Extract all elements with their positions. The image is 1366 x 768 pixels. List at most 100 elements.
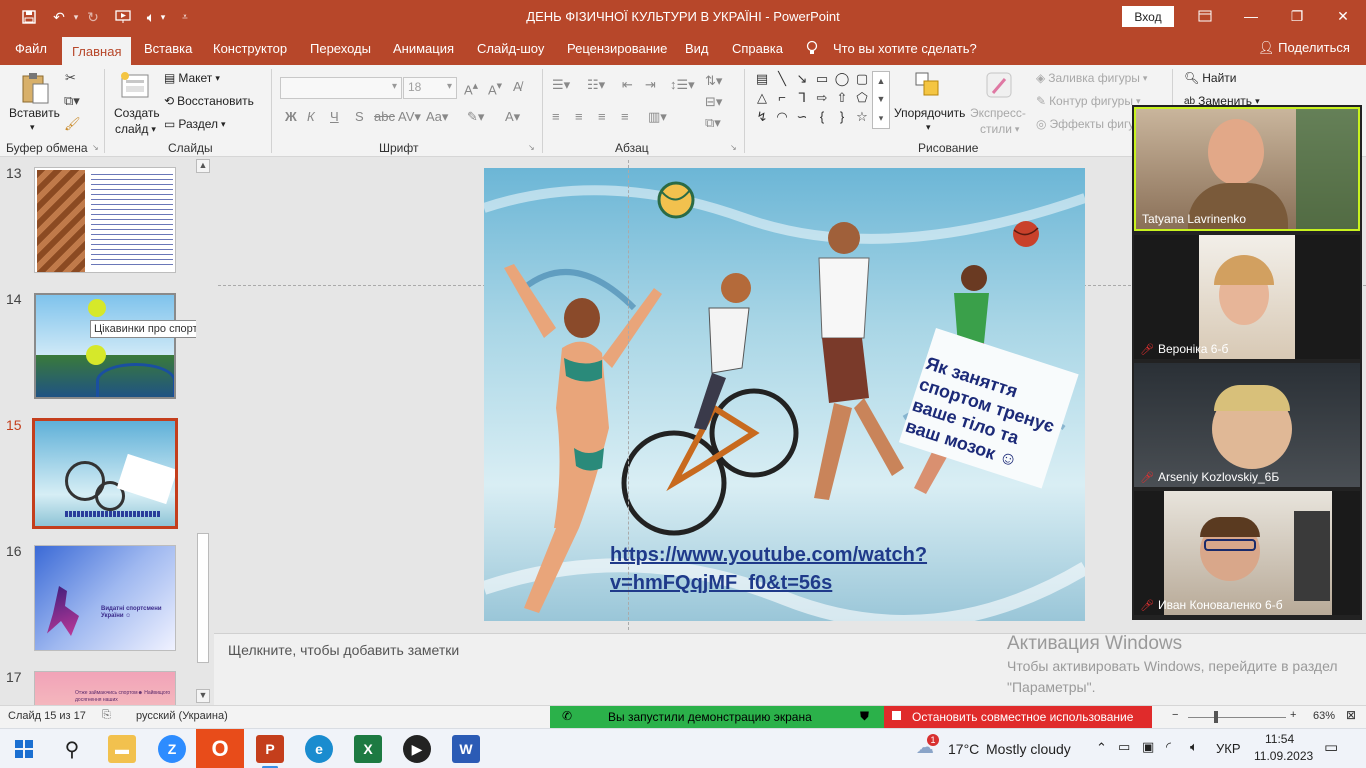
shape-effects-button[interactable]: ◎ Эффекты фигу — [1036, 117, 1134, 131]
edge-icon[interactable]: e — [305, 735, 333, 763]
participant-tile[interactable]: 🎤︎ Иван Коноваленко 6-б — [1134, 491, 1360, 615]
powerpoint-icon[interactable]: P — [256, 735, 284, 763]
minimize-icon[interactable]: — — [1228, 4, 1274, 28]
zoom-out-icon[interactable]: − — [1172, 709, 1178, 721]
scroll-up-icon[interactable]: ▲ — [196, 159, 210, 173]
tab-home[interactable]: Главная — [62, 37, 132, 65]
clock-time[interactable]: 11:54 — [1265, 732, 1294, 746]
search-icon[interactable]: ⚲ — [58, 735, 86, 763]
paste-button[interactable]: Вставить — [9, 106, 60, 120]
weather-desc[interactable]: Mostly cloudy — [986, 741, 1071, 757]
close-icon[interactable]: ✕ — [1320, 4, 1366, 28]
paste-icon[interactable] — [20, 71, 50, 108]
italic-icon[interactable]: К — [307, 109, 315, 124]
tab-animations[interactable]: Анимация — [393, 40, 454, 65]
slide-thumbnail-13[interactable] — [34, 167, 176, 273]
slide-thumbnail-14[interactable] — [34, 293, 176, 399]
tab-transitions[interactable]: Переходы — [310, 40, 371, 65]
zoom-tray-icon[interactable]: ▣ — [1142, 739, 1154, 755]
font-color-icon[interactable]: A▾ — [505, 109, 520, 125]
find-button[interactable]: 🔍︎ Найти — [1184, 71, 1236, 85]
participant-tile[interactable]: 🎤︎ Вероніка 6-б — [1134, 235, 1360, 359]
stop-share-button[interactable]: Остановить совместное использование — [884, 706, 1152, 728]
align-left-icon[interactable]: ≡ — [552, 109, 560, 124]
font-launcher-icon[interactable]: ↘ — [528, 143, 535, 152]
slide-thumbnail-15[interactable] — [32, 418, 178, 529]
notes-placeholder[interactable]: Щелкните, чтобы добавить заметки — [228, 642, 459, 658]
participant-tile[interactable]: 🎤︎ Arseniy Kozlovskiy_6Б — [1134, 363, 1360, 487]
opera-icon[interactable]: O — [206, 735, 234, 763]
copy-icon[interactable]: ⧉▾ — [64, 93, 80, 109]
weather-temp[interactable]: 17°C — [948, 741, 979, 757]
align-center-icon[interactable]: ≡ — [575, 109, 583, 124]
tab-design[interactable]: Конструктор — [213, 40, 287, 65]
scroll-down-icon[interactable]: ▼ — [196, 689, 210, 703]
media-player-icon[interactable]: ▶ — [403, 735, 431, 763]
slide-thumbnail-17[interactable]: Отже займаючись спортом☻ Найвищого досяг… — [34, 671, 176, 705]
share-button[interactable]: 👤︎ Поделиться — [1258, 40, 1350, 56]
fit-to-window-icon[interactable]: ⊠ — [1346, 708, 1356, 722]
new-slide-button[interactable]: Создать — [114, 106, 160, 120]
notifications-icon[interactable]: ▭ — [1324, 738, 1338, 756]
zoom-in-icon[interactable]: + — [1290, 709, 1296, 721]
restore-icon[interactable]: ❐ — [1274, 4, 1320, 28]
battery-icon[interactable]: ▭ — [1118, 739, 1130, 755]
tab-insert[interactable]: Вставка — [144, 40, 192, 65]
zoom-slider-thumb[interactable] — [1214, 711, 1218, 723]
paragraph-launcher-icon[interactable]: ↘ — [730, 143, 737, 152]
new-slide-icon[interactable] — [120, 71, 152, 104]
spellcheck-icon[interactable]: ⎘ — [102, 709, 111, 722]
change-case-icon[interactable]: Aa▾ — [426, 109, 448, 125]
quick-styles-button-line2[interactable]: стили ▾ — [980, 122, 1019, 136]
numbering-icon[interactable]: ☷▾ — [587, 77, 605, 93]
layout-button[interactable]: ▤ Макет ▾ — [164, 71, 220, 85]
new-slide-button-line2[interactable]: слайд ▾ — [115, 122, 156, 136]
underline-icon[interactable]: Ч — [330, 109, 339, 124]
strikethrough-icon[interactable]: abc — [374, 109, 395, 124]
tab-view[interactable]: Вид — [685, 40, 709, 65]
speaker-icon[interactable]: 🔈︎ — [1190, 739, 1198, 755]
clear-formatting-icon[interactable]: A̸ — [513, 79, 522, 94]
signin-button[interactable]: Вход — [1122, 6, 1174, 27]
justify-icon[interactable]: ≡ — [621, 109, 629, 124]
windows-start-icon[interactable] — [10, 735, 38, 763]
ribbon-display-options-icon[interactable] — [1182, 4, 1228, 28]
section-button[interactable]: ▭ Раздел ▾ — [164, 117, 226, 131]
smartart-icon[interactable]: ⧉▾ — [705, 115, 721, 131]
paste-dropdown-icon[interactable]: ▾ — [30, 122, 35, 133]
align-text-icon[interactable]: ⊟▾ — [705, 94, 722, 110]
shape-fill-button[interactable]: ◈ Заливка фигуры ▾ — [1036, 71, 1147, 85]
slide-thumbnail-16[interactable]: Видатні спортсмени України ☺ — [34, 545, 176, 651]
shapes-gallery[interactable]: ▤ ╲ ↘ ▭ ◯ ▢ △ ⌐ ᒣ ⇨ ⇧ ⬠ ↯ ◠ ∽ {} ☆ — [752, 71, 870, 131]
tell-me-search[interactable]: Что вы хотите сделать? — [833, 40, 977, 65]
align-right-icon[interactable]: ≡ — [598, 109, 606, 124]
zoom-app-icon[interactable]: Z — [158, 735, 186, 763]
tab-review[interactable]: Рецензирование — [567, 40, 667, 65]
columns-icon[interactable]: ▥▾ — [648, 109, 667, 125]
word-icon[interactable]: W — [452, 735, 480, 763]
quick-styles-icon[interactable] — [985, 71, 1015, 104]
wifi-icon[interactable]: ◜ — [1166, 739, 1171, 755]
bullets-icon[interactable]: ☰▾ — [552, 77, 570, 93]
language-indicator[interactable]: русский (Украина) — [136, 710, 228, 722]
language-tray[interactable]: УКР — [1216, 741, 1241, 756]
format-painter-icon[interactable]: 🖌︎ — [64, 116, 81, 132]
chevron-up-icon[interactable]: ⌃ — [1096, 740, 1107, 756]
decrease-indent-icon[interactable]: ⇤ — [622, 77, 633, 93]
zoom-level[interactable]: 63% — [1313, 710, 1335, 722]
font-size-field[interactable]: 18 ▾ — [403, 77, 457, 99]
clipboard-launcher-icon[interactable]: ↘ — [92, 143, 99, 152]
increase-font-icon[interactable]: A▴ — [464, 79, 478, 97]
shapes-scroll[interactable]: ▲ ▼ ▾ — [872, 71, 890, 129]
text-direction-icon[interactable]: ⇅▾ — [705, 73, 722, 89]
quick-styles-button[interactable]: Экспресс- — [970, 106, 1026, 120]
arrange-button[interactable]: Упорядочить — [894, 106, 965, 120]
tab-help[interactable]: Справка — [732, 40, 783, 65]
cut-icon[interactable]: ✂ — [65, 70, 76, 86]
tab-file[interactable]: Файл — [15, 40, 47, 65]
scroll-thumb[interactable] — [197, 533, 209, 663]
char-spacing-icon[interactable]: AV▾ — [398, 109, 421, 125]
font-name-field[interactable]: ▾ — [280, 77, 402, 99]
clock-date[interactable]: 11.09.2023 — [1254, 749, 1313, 763]
tab-slideshow[interactable]: Слайд-шоу — [477, 40, 544, 65]
